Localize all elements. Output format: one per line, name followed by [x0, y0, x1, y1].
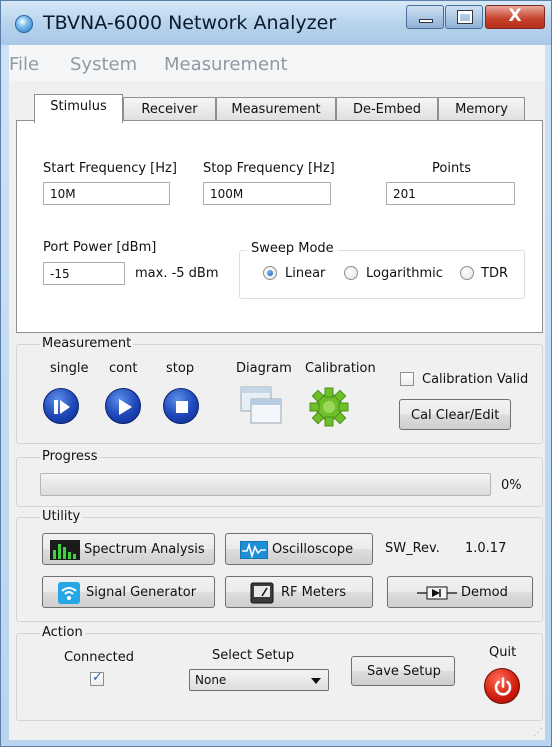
save-setup-button[interactable]: Save Setup [351, 656, 455, 686]
tab-memory[interactable]: Memory [438, 97, 525, 122]
sweep-tdr-label: TDR [481, 266, 508, 281]
minimize-icon [419, 19, 433, 23]
meter-gauge-icon [250, 582, 274, 604]
chevron-down-icon [311, 678, 321, 684]
wifi-signal-icon [58, 582, 80, 604]
sweep-tdr-radio[interactable] [460, 266, 474, 280]
demod-button[interactable]: Demod [387, 576, 533, 608]
action-section-title: Action [40, 625, 85, 640]
select-setup-value: None [195, 673, 227, 687]
oscilloscope-icon [240, 541, 268, 559]
sweep-logarithmic-radio[interactable] [344, 266, 358, 280]
play-icon [119, 399, 132, 415]
sweep-mode-label: Sweep Mode [247, 241, 338, 256]
demod-label: Demod [461, 585, 508, 600]
client-area: File System Measurement Stimulus Receive… [9, 45, 545, 740]
calibration-valid-checkbox[interactable] [400, 372, 414, 386]
progress-bar [40, 473, 491, 496]
signal-generator-button[interactable]: Signal Generator [42, 576, 215, 608]
stimulus-panel: Start Frequency [Hz] 10M Stop Frequency … [16, 120, 543, 333]
tab-de-embed[interactable]: De-Embed [336, 97, 438, 122]
select-setup-label: Select Setup [212, 648, 295, 663]
connected-label: Connected [64, 650, 135, 665]
menu-measurement[interactable]: Measurement [164, 54, 288, 75]
start-frequency-label: Start Frequency [Hz] [43, 161, 177, 176]
calibration-label: Calibration [305, 361, 376, 376]
stop-icon [176, 401, 188, 413]
step-play-icon [54, 400, 70, 414]
sw-rev-label: SW_Rev. [385, 541, 440, 556]
tab-stimulus[interactable]: Stimulus [34, 94, 123, 123]
utility-section: Utility Spectrum Analysis Oscilloscope S… [16, 509, 543, 622]
menu-system[interactable]: System [70, 54, 137, 75]
connected-checkbox[interactable]: ✓ [90, 670, 104, 686]
maximize-icon [457, 10, 473, 24]
diagram-windows-icon[interactable] [239, 385, 283, 427]
tab-receiver[interactable]: Receiver [123, 97, 216, 122]
points-label: Points [432, 161, 472, 176]
app-window: TBVNA-6000 Network Analyzer X File Syste… [0, 0, 552, 747]
cal-clear-edit-label: Cal Clear/Edit [411, 408, 500, 423]
start-frequency-input[interactable]: 10M [43, 182, 170, 205]
window-title: TBVNA-6000 Network Analyzer [43, 12, 337, 34]
spectrum-analysis-label: Spectrum Analysis [84, 542, 205, 557]
calibration-valid-label: Calibration Valid [422, 372, 529, 387]
quit-label: Quit [489, 645, 517, 660]
oscilloscope-label: Oscilloscope [272, 542, 354, 557]
progress-section: Progress 0% [16, 449, 543, 507]
resize-grip-icon[interactable]: ⋰ [533, 727, 543, 738]
menu-file[interactable]: File [9, 54, 39, 75]
stop-label: stop [166, 361, 195, 376]
port-power-label: Port Power [dBm] [43, 240, 157, 255]
save-setup-label: Save Setup [367, 664, 441, 679]
calibration-gear-icon[interactable] [307, 385, 351, 429]
cal-clear-edit-button[interactable]: Cal Clear/Edit [399, 399, 511, 430]
single-sweep-button[interactable] [43, 388, 79, 424]
points-input[interactable]: 201 [386, 182, 515, 205]
single-label: single [50, 361, 89, 376]
app-globe-icon [15, 15, 33, 33]
sw-rev-value: 1.0.17 [465, 541, 507, 556]
continuous-sweep-button[interactable] [105, 388, 141, 424]
title-bar[interactable]: TBVNA-6000 Network Analyzer X [1, 1, 551, 45]
progress-section-title: Progress [40, 449, 100, 464]
close-icon: X [508, 6, 522, 26]
spectrum-analysis-button[interactable]: Spectrum Analysis [42, 533, 215, 565]
progress-percent: 0% [501, 478, 522, 493]
cont-label: cont [109, 361, 138, 376]
measurement-section-title: Measurement [40, 336, 134, 351]
oscilloscope-button[interactable]: Oscilloscope [225, 533, 373, 565]
utility-section-title: Utility [40, 509, 83, 524]
minimize-button[interactable] [406, 5, 444, 29]
quit-button[interactable] [484, 668, 520, 704]
power-max-label: max. -5 dBm [135, 266, 219, 281]
stop-sweep-button[interactable] [163, 388, 199, 424]
signal-generator-label: Signal Generator [86, 585, 197, 600]
sweep-logarithmic-label: Logarithmic [366, 266, 443, 281]
checkmark-icon: ✓ [92, 670, 103, 685]
select-setup-dropdown[interactable]: None [189, 669, 329, 691]
rf-meters-button[interactable]: RF Meters [225, 576, 373, 608]
spectrum-bars-icon [50, 540, 80, 560]
diagram-label: Diagram [236, 361, 292, 376]
measurement-section: Measurement single cont stop Diagram Cal… [16, 336, 543, 444]
stop-frequency-label: Stop Frequency [Hz] [203, 161, 335, 176]
rf-meters-label: RF Meters [281, 585, 347, 600]
close-button[interactable]: X [485, 5, 545, 29]
maximize-button[interactable] [445, 5, 483, 29]
power-icon [494, 677, 512, 696]
sweep-linear-label: Linear [285, 266, 326, 281]
stop-frequency-input[interactable]: 100M [203, 182, 331, 205]
diode-icon [417, 586, 457, 600]
tab-measurement[interactable]: Measurement [216, 97, 336, 122]
menu-bar: File System Measurement [9, 45, 545, 81]
action-section: Action Connected ✓ Select Setup None Sav… [16, 625, 543, 721]
sweep-linear-radio[interactable] [263, 266, 277, 280]
port-power-input[interactable]: -15 [43, 262, 125, 285]
